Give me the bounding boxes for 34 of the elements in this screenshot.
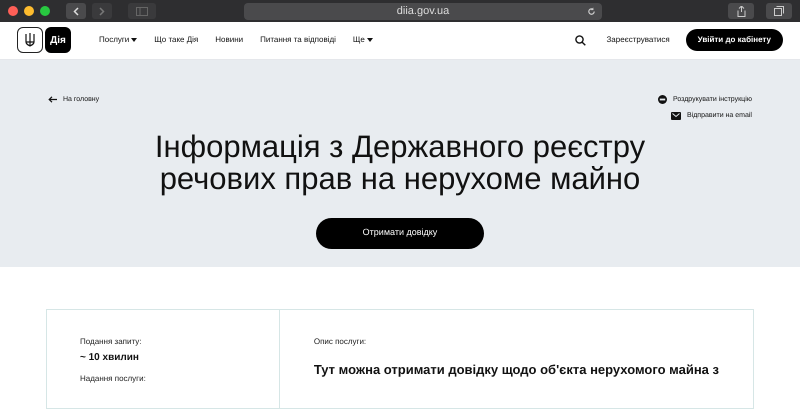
nav-link[interactable]: Що таке Дія [154,34,198,46]
search-icon[interactable] [575,34,586,46]
share-icon [736,6,746,17]
back-button[interactable] [66,3,86,20]
forward-button[interactable] [92,3,112,20]
description-text: Тут можна отримати довідку щодо об'єкта нерухомого майна з [314,361,719,379]
sidebar-icon [136,6,148,16]
share-button[interactable] [728,3,754,20]
close-window-icon[interactable] [8,6,18,16]
logo-text[interactable]: Дія [45,27,71,54]
nav-link[interactable]: Питання та відповіді [260,34,336,46]
info-value: ~ 10 хвилин [80,351,140,365]
nav-link[interactable]: Ще [352,34,373,46]
sidebar-button[interactable] [128,3,156,20]
maximize-window-icon[interactable] [40,6,50,16]
address-bar[interactable]: diia.gov.ua [244,2,602,20]
login-button[interactable]: Увійти до кабінету [686,29,783,52]
envelope-icon [670,112,681,120]
minimize-window-icon[interactable] [24,6,34,16]
info-label: Подання запиту: [80,336,142,348]
trident-logo[interactable] [17,27,43,54]
nav-link[interactable]: Новини [215,34,244,46]
description-label: Опис послуги: [314,336,368,348]
page-title: Інформація з Державного реєстру речових прав на нерухоме майно [154,130,646,195]
register-link[interactable]: Зареєструватися [606,34,670,46]
tabs-button[interactable] [766,3,792,20]
tabs-icon [774,6,784,16]
reload-icon[interactable] [587,6,596,16]
nav-link[interactable]: Послуги [99,34,138,46]
get-certificate-button[interactable]: Отримати довідку [316,218,484,249]
chevron-right-icon [99,6,105,16]
info-label: Надання послуги: [80,373,147,385]
chevron-left-icon [73,6,79,16]
arrow-left-icon [48,96,57,104]
